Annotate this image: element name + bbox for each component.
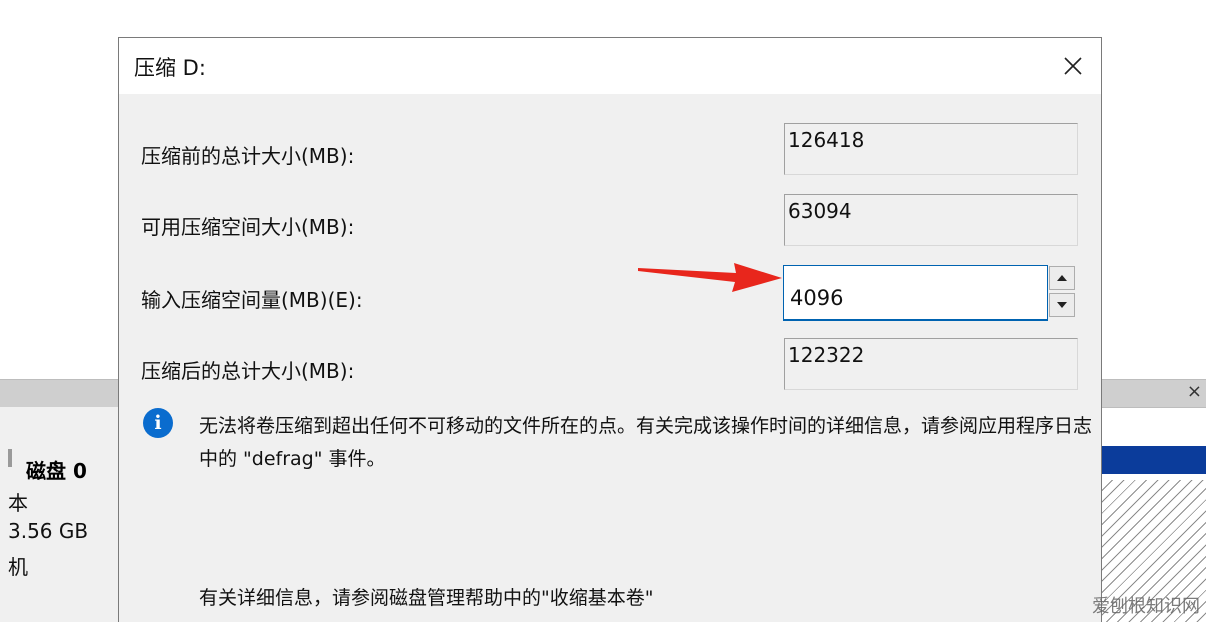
total-size-before-value: 126418 [784,123,1078,175]
shrink-amount-spinner [1049,266,1077,320]
total-size-after-label: 压缩后的总计大小(MB): [141,359,355,383]
red-arrow-annotation [638,263,782,292]
info-message: 无法将卷压缩到超出任何不可移动的文件所在的点。有关完成该操作时间的详细信息，请参… [199,415,1093,470]
chevron-down-icon [1057,302,1067,308]
partition-header-bar [1102,446,1206,474]
disk-info-panel: 磁盘 0 本 3.56 GB 机 [0,407,118,622]
spin-down-button[interactable] [1049,293,1075,317]
available-shrink-value: 63094 [784,194,1078,246]
total-size-before-label: 压缩前的总计大小(MB): [141,144,355,168]
help-link-text[interactable]: 有关详细信息，请参阅磁盘管理帮助中的"收缩基本卷" [199,583,653,610]
total-size-after-value: 122322 [784,338,1078,390]
available-shrink-label: 可用压缩空间大小(MB): [141,215,355,239]
close-icon [1064,57,1082,75]
watermark: 爱刨根知识网 [1092,596,1200,617]
spin-up-button[interactable] [1049,266,1075,290]
background-close-icon[interactable]: × [1187,380,1202,404]
chevron-up-icon [1057,275,1067,281]
dialog-title: 压缩 D: [134,56,206,80]
close-button[interactable] [1055,48,1091,84]
shrink-dialog: 压缩 D: 压缩前的总计大小(MB): 126418 可用压缩空间大小(MB):… [118,37,1102,622]
disk-label: 磁盘 0 [8,449,87,484]
disk-size: 3.56 GB [8,519,89,543]
shrink-amount-input[interactable] [783,265,1048,321]
disk-type: 本 [8,491,28,515]
dialog-titlebar: 压缩 D: [119,38,1101,94]
info-icon: i [143,408,173,438]
shrink-amount-label: 输入压缩空间量(MB)(E): [141,288,363,312]
disk-status: 机 [8,555,28,579]
